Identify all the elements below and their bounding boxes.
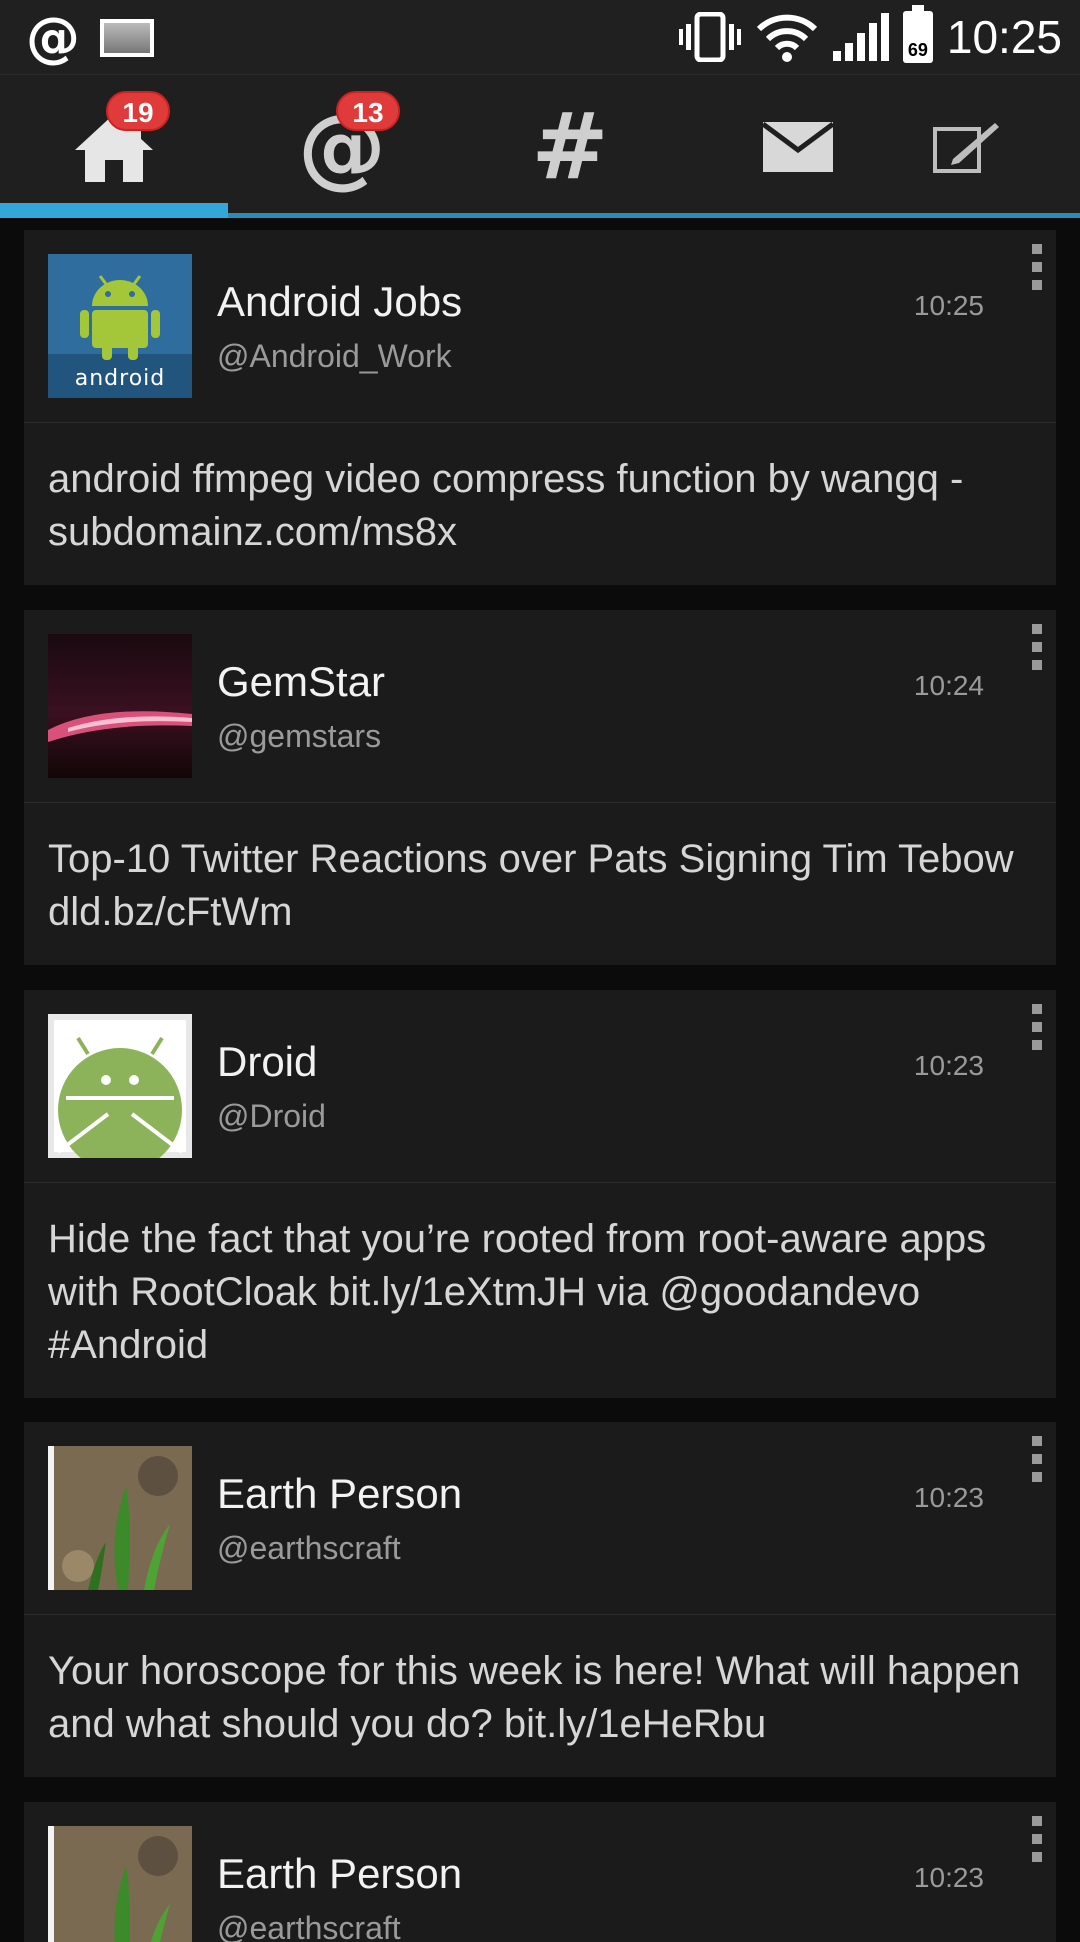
tweet-card[interactable]: Droid @Droid 10:23 Hide the fact that yo… <box>24 990 1056 1398</box>
avatar[interactable] <box>48 1446 192 1590</box>
user-name[interactable]: Earth Person <box>217 1850 462 1898</box>
avatar[interactable] <box>48 1014 192 1158</box>
tweet-text[interactable]: android ffmpeg video compress function b… <box>24 423 1056 585</box>
user-name[interactable]: Droid <box>217 1038 317 1086</box>
tweet-card[interactable]: Earth Person @earthscraft 10:23 <box>24 1802 1056 1942</box>
user-name[interactable]: Earth Person <box>217 1470 462 1518</box>
tab-mentions[interactable]: @ 13 <box>228 75 456 218</box>
hash-icon: # <box>531 92 609 200</box>
battery-level: 69 <box>907 40 928 60</box>
tab-compose[interactable] <box>852 75 1080 218</box>
tweet-time: 10:24 <box>913 670 984 701</box>
image-notification-icon <box>100 19 154 57</box>
user-handle[interactable]: @earthscraft <box>217 1530 401 1567</box>
tab-home[interactable]: 19 <box>0 75 228 218</box>
signal-icon <box>832 13 889 61</box>
overflow-menu-icon[interactable] <box>1030 1436 1044 1482</box>
tweet-text[interactable]: Hide the fact that you’re rooted from ro… <box>24 1183 1056 1398</box>
user-handle[interactable]: @Android_Work <box>217 338 452 375</box>
overflow-menu-icon[interactable] <box>1030 244 1044 290</box>
tab-hashtags[interactable]: # <box>456 75 684 218</box>
tweet-card[interactable]: GemStar @gemstars 10:24 Top-10 Twitter R… <box>24 610 1056 965</box>
compose-icon <box>933 122 999 173</box>
overflow-menu-icon[interactable] <box>1030 624 1044 670</box>
tweet-time: 10:23 <box>913 1050 984 1081</box>
avatar[interactable]: android <box>48 254 192 398</box>
tweet-text[interactable]: Top-10 Twitter Reactions over Pats Signi… <box>24 803 1056 965</box>
tweet-text[interactable]: Your horoscope for this week is here! Wh… <box>24 1615 1056 1777</box>
tweet-time: 10:23 <box>913 1482 984 1513</box>
user-name[interactable]: GemStar <box>217 658 385 706</box>
tweet-card[interactable]: Earth Person @earthscraft 10:23 Your hor… <box>24 1422 1056 1777</box>
user-name[interactable]: Android Jobs <box>217 278 462 326</box>
svg-text:android: android <box>75 366 166 391</box>
vibrate-icon <box>678 12 741 62</box>
tab-bar: 19 @ 13 # <box>0 75 1080 218</box>
mail-icon <box>763 121 833 172</box>
avatar[interactable] <box>48 634 192 778</box>
active-tab-indicator <box>0 203 228 218</box>
home-badge: 19 <box>106 91 170 131</box>
tweet-time: 10:23 <box>913 1862 984 1893</box>
status-bar: @ 69 10:25 <box>0 0 1080 75</box>
overflow-menu-icon[interactable] <box>1030 1004 1044 1050</box>
mentions-badge: 13 <box>336 91 400 131</box>
overflow-menu-icon[interactable] <box>1030 1816 1044 1862</box>
user-handle[interactable]: @Droid <box>217 1098 326 1135</box>
avatar[interactable] <box>48 1826 192 1942</box>
at-notification-icon: @ <box>26 6 80 69</box>
battery-icon: 69 <box>902 5 933 63</box>
tweet-card[interactable]: android Android Jobs @Android_Work 10:25… <box>24 230 1056 585</box>
wifi-icon <box>756 14 817 62</box>
status-time: 10:25 <box>946 11 1062 63</box>
tweet-time: 10:25 <box>913 290 984 321</box>
user-handle[interactable]: @earthscraft <box>217 1910 401 1942</box>
user-handle[interactable]: @gemstars <box>217 718 381 755</box>
